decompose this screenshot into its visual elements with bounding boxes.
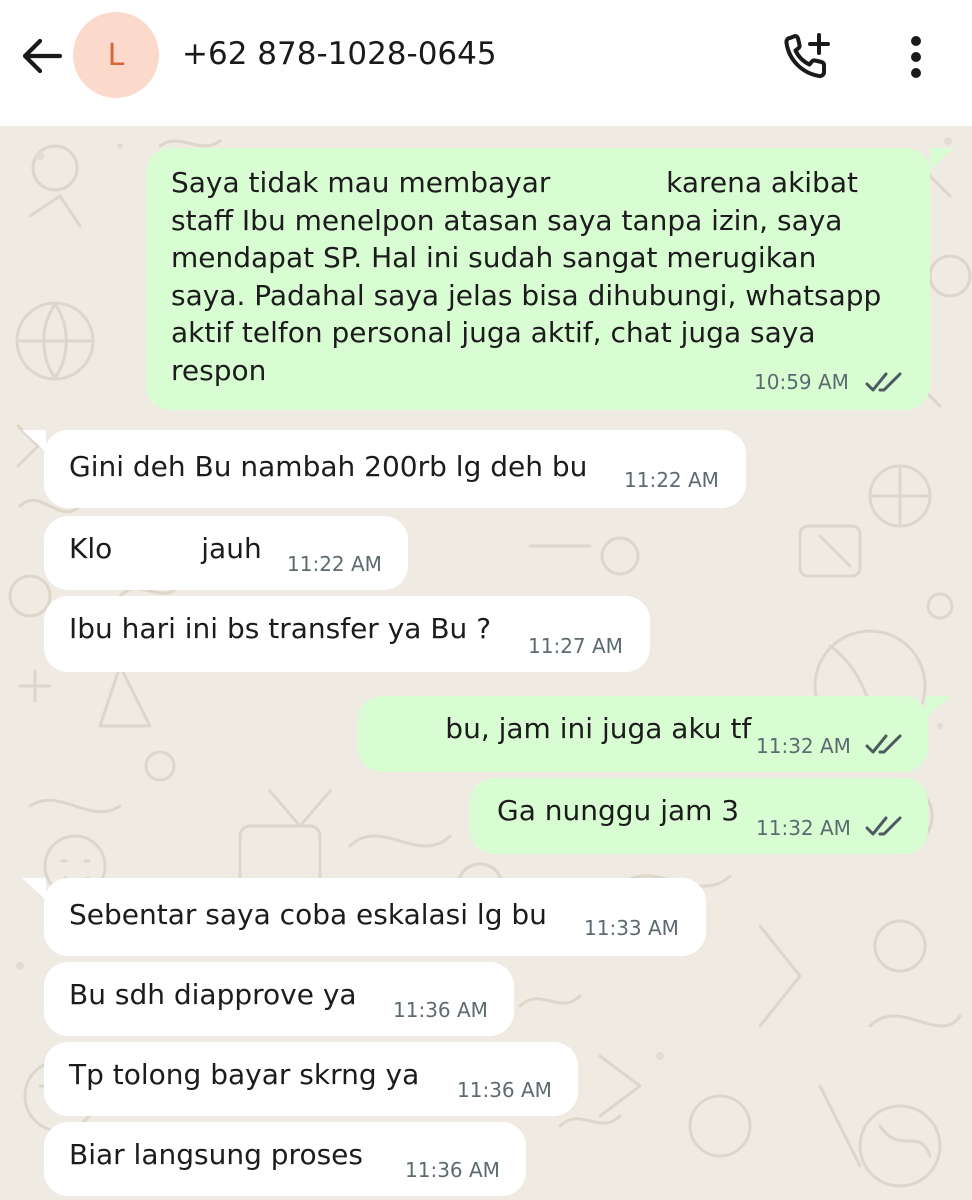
bubble-tail — [930, 148, 954, 170]
avatar-letter: L — [107, 37, 125, 73]
message-text: bu, jam ini juga aku tf — [383, 712, 752, 745]
message-time: 11:36 AM — [393, 998, 488, 1022]
chat-area[interactable]: Saya tidak mau membayar karena akibat sta… — [0, 126, 972, 1200]
message-text: Ibu hari ini bs transfer ya Bu ? — [69, 612, 492, 645]
message-text: Tp tolong bayar skrng ya — [69, 1058, 420, 1091]
add-call-icon — [784, 33, 830, 79]
message-bubble-incoming[interactable]: Ibu hari ini bs transfer ya Bu ? 11:27 A… — [44, 596, 650, 672]
message-time: 11:22 AM — [287, 552, 382, 576]
message-text: Klo jauh — [69, 532, 262, 565]
bubble-tail — [926, 696, 950, 718]
bubble-tail — [22, 430, 46, 452]
message-bubble-outgoing[interactable]: Ga nunggu jam 3 11:32 AM — [470, 778, 928, 854]
message-bubble-incoming[interactable]: Gini deh Bu nambah 200rb lg deh bu 11:22… — [44, 430, 746, 508]
message-time: 11:36 AM — [405, 1158, 500, 1182]
message-bubble-outgoing[interactable]: bu, jam ini juga aku tf 11:32 AM — [358, 696, 928, 772]
message-bubble-incoming[interactable]: Biar langsung proses 11:36 AM — [44, 1122, 526, 1196]
message-bubble-incoming[interactable]: Tp tolong bayar skrng ya 11:36 AM — [44, 1042, 578, 1116]
message-time: 11:36 AM — [457, 1078, 552, 1102]
message-text: Saya tidak mau membayar karena akibat sta… — [171, 166, 882, 387]
message-text: Bu sdh diapprove ya — [69, 978, 357, 1011]
bubble-tail — [22, 878, 46, 900]
message-time: 11:22 AM — [624, 468, 719, 492]
message-time: 11:32 AM — [756, 734, 851, 758]
more-vertical-icon — [911, 36, 921, 78]
message-time: 10:59 AM — [754, 370, 849, 394]
double-check-icon — [865, 816, 902, 836]
double-check-icon — [865, 734, 902, 754]
chat-header: L +62 878-1028-0645 — [0, 0, 972, 126]
message-text: Ga nunggu jam 3 — [497, 794, 740, 827]
message-time: 11:32 AM — [756, 816, 851, 840]
contact-name[interactable]: +62 878-1028-0645 — [182, 34, 497, 74]
more-options-button[interactable] — [896, 30, 936, 84]
message-text: Gini deh Bu nambah 200rb lg deh bu — [69, 450, 588, 483]
arrow-left-icon — [22, 38, 63, 74]
message-bubble-incoming[interactable]: Bu sdh diapprove ya 11:36 AM — [44, 962, 514, 1036]
message-bubble-incoming[interactable]: Sebentar saya coba eskalasi lg bu 11:33 … — [44, 878, 706, 956]
message-text: Biar langsung proses — [69, 1138, 363, 1171]
message-time: 11:27 AM — [528, 634, 623, 658]
message-time: 11:33 AM — [584, 916, 679, 940]
message-text: Sebentar saya coba eskalasi lg bu — [69, 898, 547, 931]
message-bubble-incoming[interactable]: Klo jauh 11:22 AM — [44, 516, 408, 590]
message-bubble-outgoing[interactable]: Saya tidak mau membayar karena akibat sta… — [146, 148, 930, 410]
double-check-icon — [865, 372, 902, 392]
add-call-button[interactable] — [780, 30, 838, 84]
contact-avatar[interactable]: L — [73, 12, 159, 98]
back-button[interactable] — [16, 34, 68, 78]
